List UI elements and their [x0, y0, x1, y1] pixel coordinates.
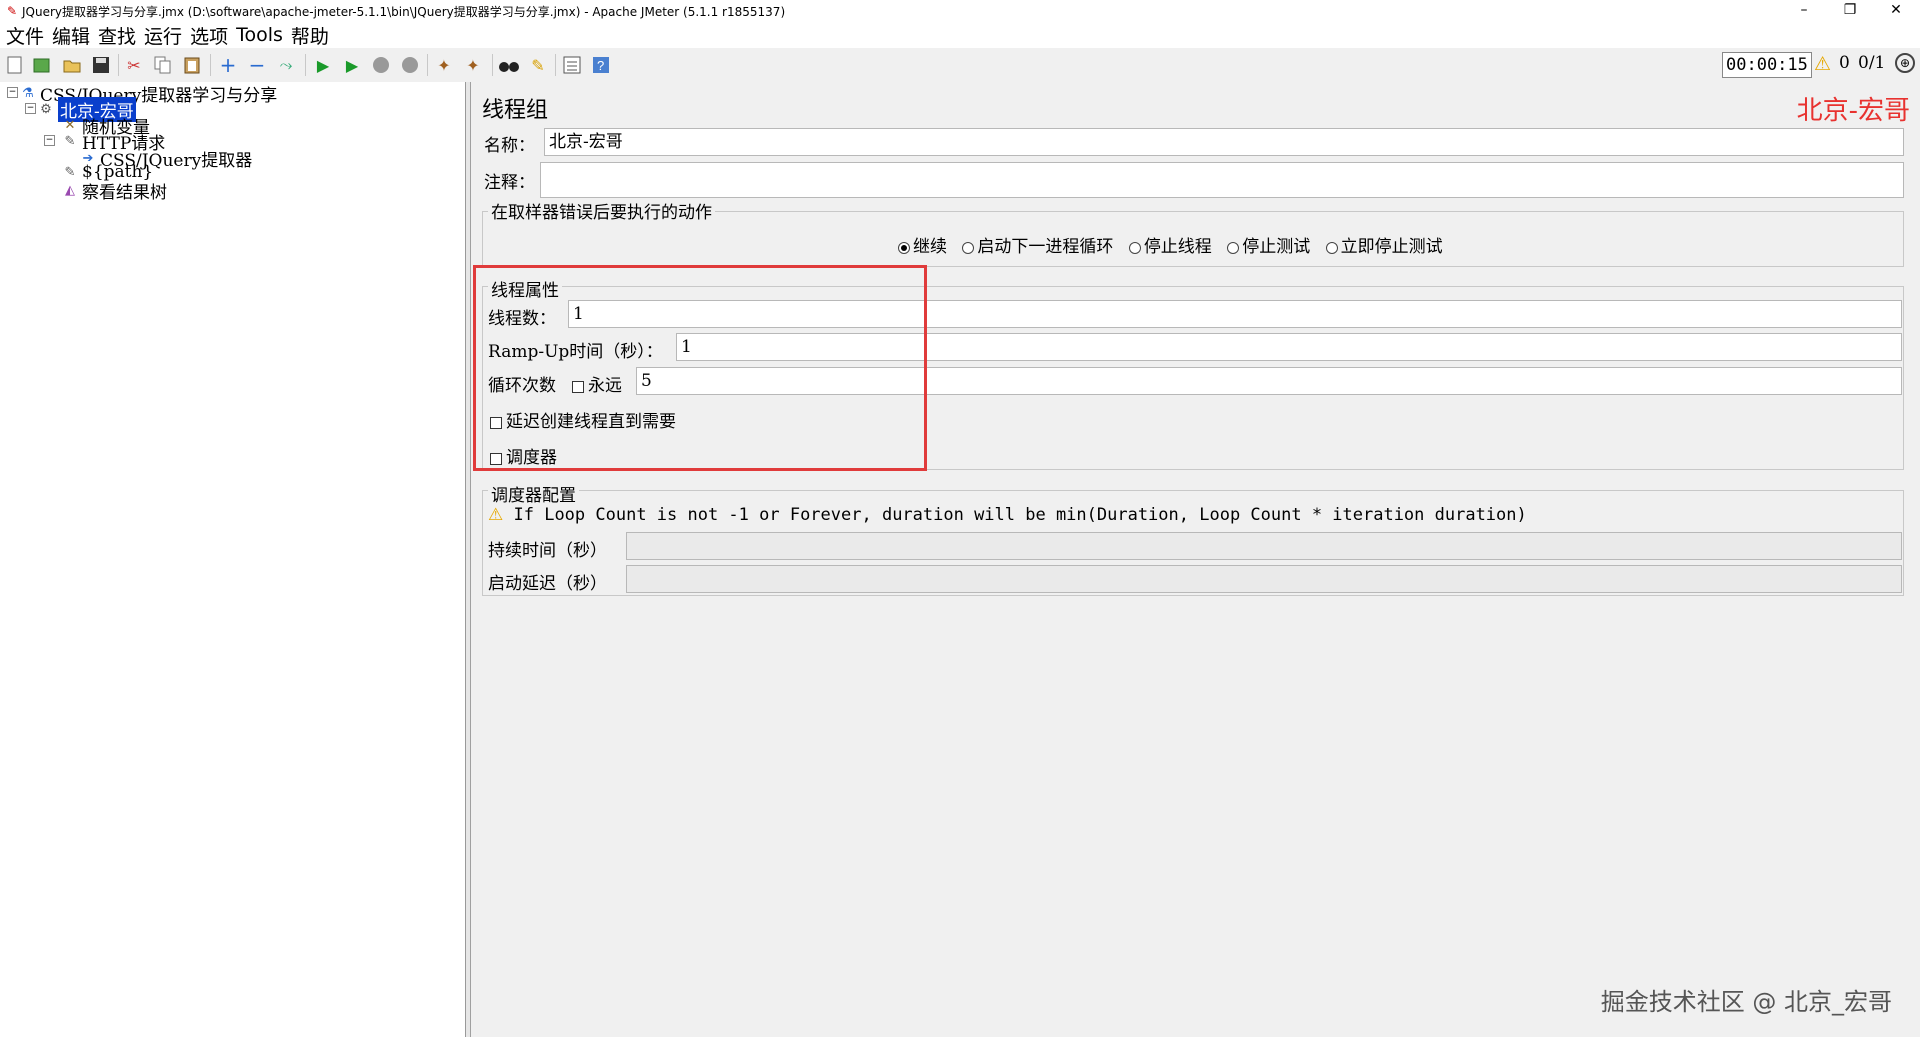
radio-stop-test-label: 停止测试: [1242, 237, 1311, 257]
test-plan-tree: [0, 82, 466, 1037]
menu-edit[interactable]: 编辑: [52, 22, 90, 49]
radio-start-next-loop[interactable]: 启动下一进程循环: [962, 237, 1113, 257]
error-action-options: 继续 启动下一进程循环 停止线程 停止测试 立即停止测试: [898, 232, 1453, 257]
stop-icon[interactable]: [371, 55, 391, 75]
page-title: 线程组: [482, 98, 549, 123]
name-label: 名称：: [484, 136, 535, 156]
function-helper-icon[interactable]: [562, 55, 582, 75]
menu-options[interactable]: 选项: [190, 22, 228, 49]
clear-all-icon[interactable]: ✦: [463, 55, 483, 75]
templates-icon[interactable]: [32, 55, 52, 75]
collapse-root-toggle[interactable]: −: [7, 87, 18, 98]
watermark: 掘金技术社区 @ 北京_宏哥: [1600, 988, 1892, 1016]
svg-text:?: ?: [597, 58, 604, 73]
highlight-annotation-box: [473, 265, 927, 471]
radio-indicator: [898, 241, 910, 254]
duration-field[interactable]: [626, 532, 1902, 560]
jmeter-feather-icon: ✎: [6, 4, 18, 18]
radio-stop-thread[interactable]: 停止线程: [1128, 237, 1212, 257]
error-action-title: 在取样器错误后要执行的动作: [488, 198, 715, 223]
remote-globe-icon[interactable]: ⊕: [1895, 53, 1915, 73]
collapse-http-toggle[interactable]: −: [44, 135, 55, 146]
clear-icon[interactable]: ✦: [434, 55, 454, 75]
comment-field[interactable]: [540, 162, 1904, 198]
open-icon[interactable]: [62, 55, 82, 75]
radio-start-next-loop-label: 启动下一进程循环: [977, 237, 1114, 257]
minimize-button[interactable]: –: [1784, 0, 1824, 22]
name-field[interactable]: 北京-宏哥: [544, 128, 1904, 156]
pencil-icon: ✎: [64, 134, 76, 149]
save-icon[interactable]: [91, 55, 111, 75]
radio-indicator: [1128, 241, 1141, 254]
shutdown-icon[interactable]: [400, 55, 420, 75]
new-icon[interactable]: [5, 55, 25, 75]
radio-stop-test[interactable]: 停止测试: [1227, 237, 1310, 257]
comment-label: 注释：: [484, 173, 535, 193]
chart-icon: ◭: [65, 183, 75, 198]
warning-icon: ⚠: [488, 505, 504, 525]
cut-icon[interactable]: ✂: [124, 55, 144, 75]
radio-continue-label: 继续: [913, 237, 947, 257]
startup-delay-field[interactable]: [626, 565, 1902, 593]
warning-icon[interactable]: ⚠: [1814, 53, 1831, 75]
menu-tools[interactable]: Tools: [236, 24, 283, 46]
toolbar: ✂ + − ⤳ ▶ ▶ ✦ ✦ ✎ ?: [0, 48, 1920, 83]
radio-indicator: [1227, 241, 1240, 254]
radio-stop-thread-label: 停止线程: [1143, 237, 1212, 257]
start-icon[interactable]: ▶: [313, 55, 333, 75]
title-bar: ✎ JQuery提取器学习与分享.jmx (D:\software\apache…: [0, 0, 1920, 22]
reset-search-icon[interactable]: ✎: [528, 55, 548, 75]
radio-stop-test-now-label: 立即停止测试: [1340, 237, 1443, 257]
radio-stop-test-now[interactable]: 立即停止测试: [1325, 237, 1443, 257]
gear-icon: ⚙: [40, 102, 52, 117]
window-title: JQuery提取器学习与分享.jmx (D:\software\apache-j…: [22, 4, 786, 19]
toggle-icon[interactable]: ⤳: [276, 55, 296, 75]
menu-search[interactable]: 查找: [98, 22, 136, 49]
expand-all-icon[interactable]: +: [218, 53, 238, 77]
search-binoculars-icon[interactable]: [499, 55, 519, 75]
start-no-pause-icon[interactable]: ▶: [342, 55, 362, 75]
tree-item-result-tree[interactable]: ◭ 察看结果树: [62, 178, 167, 203]
radio-indicator: [1325, 241, 1338, 254]
scheduler-warning-text: If Loop Count is not -1 or Forever, dura…: [513, 505, 1527, 525]
flask-icon: ⚗: [22, 86, 34, 101]
brand-label: 北京-宏哥: [1796, 96, 1910, 126]
close-button[interactable]: ✕: [1876, 0, 1916, 22]
tree-label-result-tree: 察看结果树: [82, 183, 167, 203]
scheduler-config-title: 调度器配置: [488, 481, 579, 506]
duration-label: 持续时间（秒）: [488, 541, 607, 561]
collapse-all-icon[interactable]: −: [247, 53, 267, 77]
active-threads: 0/1: [1858, 53, 1886, 73]
scheduler-warning: ⚠ If Loop Count is not -1 or Forever, du…: [488, 505, 1527, 525]
startup-delay-label: 启动延迟（秒）: [488, 574, 607, 594]
warning-count: 0: [1839, 53, 1850, 73]
maximize-button[interactable]: ❐: [1830, 0, 1870, 22]
radio-continue[interactable]: 继续: [898, 237, 947, 257]
menu-file[interactable]: 文件: [6, 22, 44, 49]
elapsed-timer: 00:00:15: [1722, 52, 1812, 78]
menu-help[interactable]: 帮助: [291, 22, 329, 49]
paste-icon[interactable]: [182, 55, 202, 75]
menu-bar: 文件 编辑 查找 运行 选项 Tools 帮助: [0, 22, 1920, 48]
help-icon[interactable]: ?: [591, 55, 611, 75]
copy-icon[interactable]: [153, 55, 173, 75]
radio-indicator: [962, 241, 975, 254]
collapse-threadgroup-toggle[interactable]: −: [25, 103, 36, 114]
menu-run[interactable]: 运行: [144, 22, 182, 49]
